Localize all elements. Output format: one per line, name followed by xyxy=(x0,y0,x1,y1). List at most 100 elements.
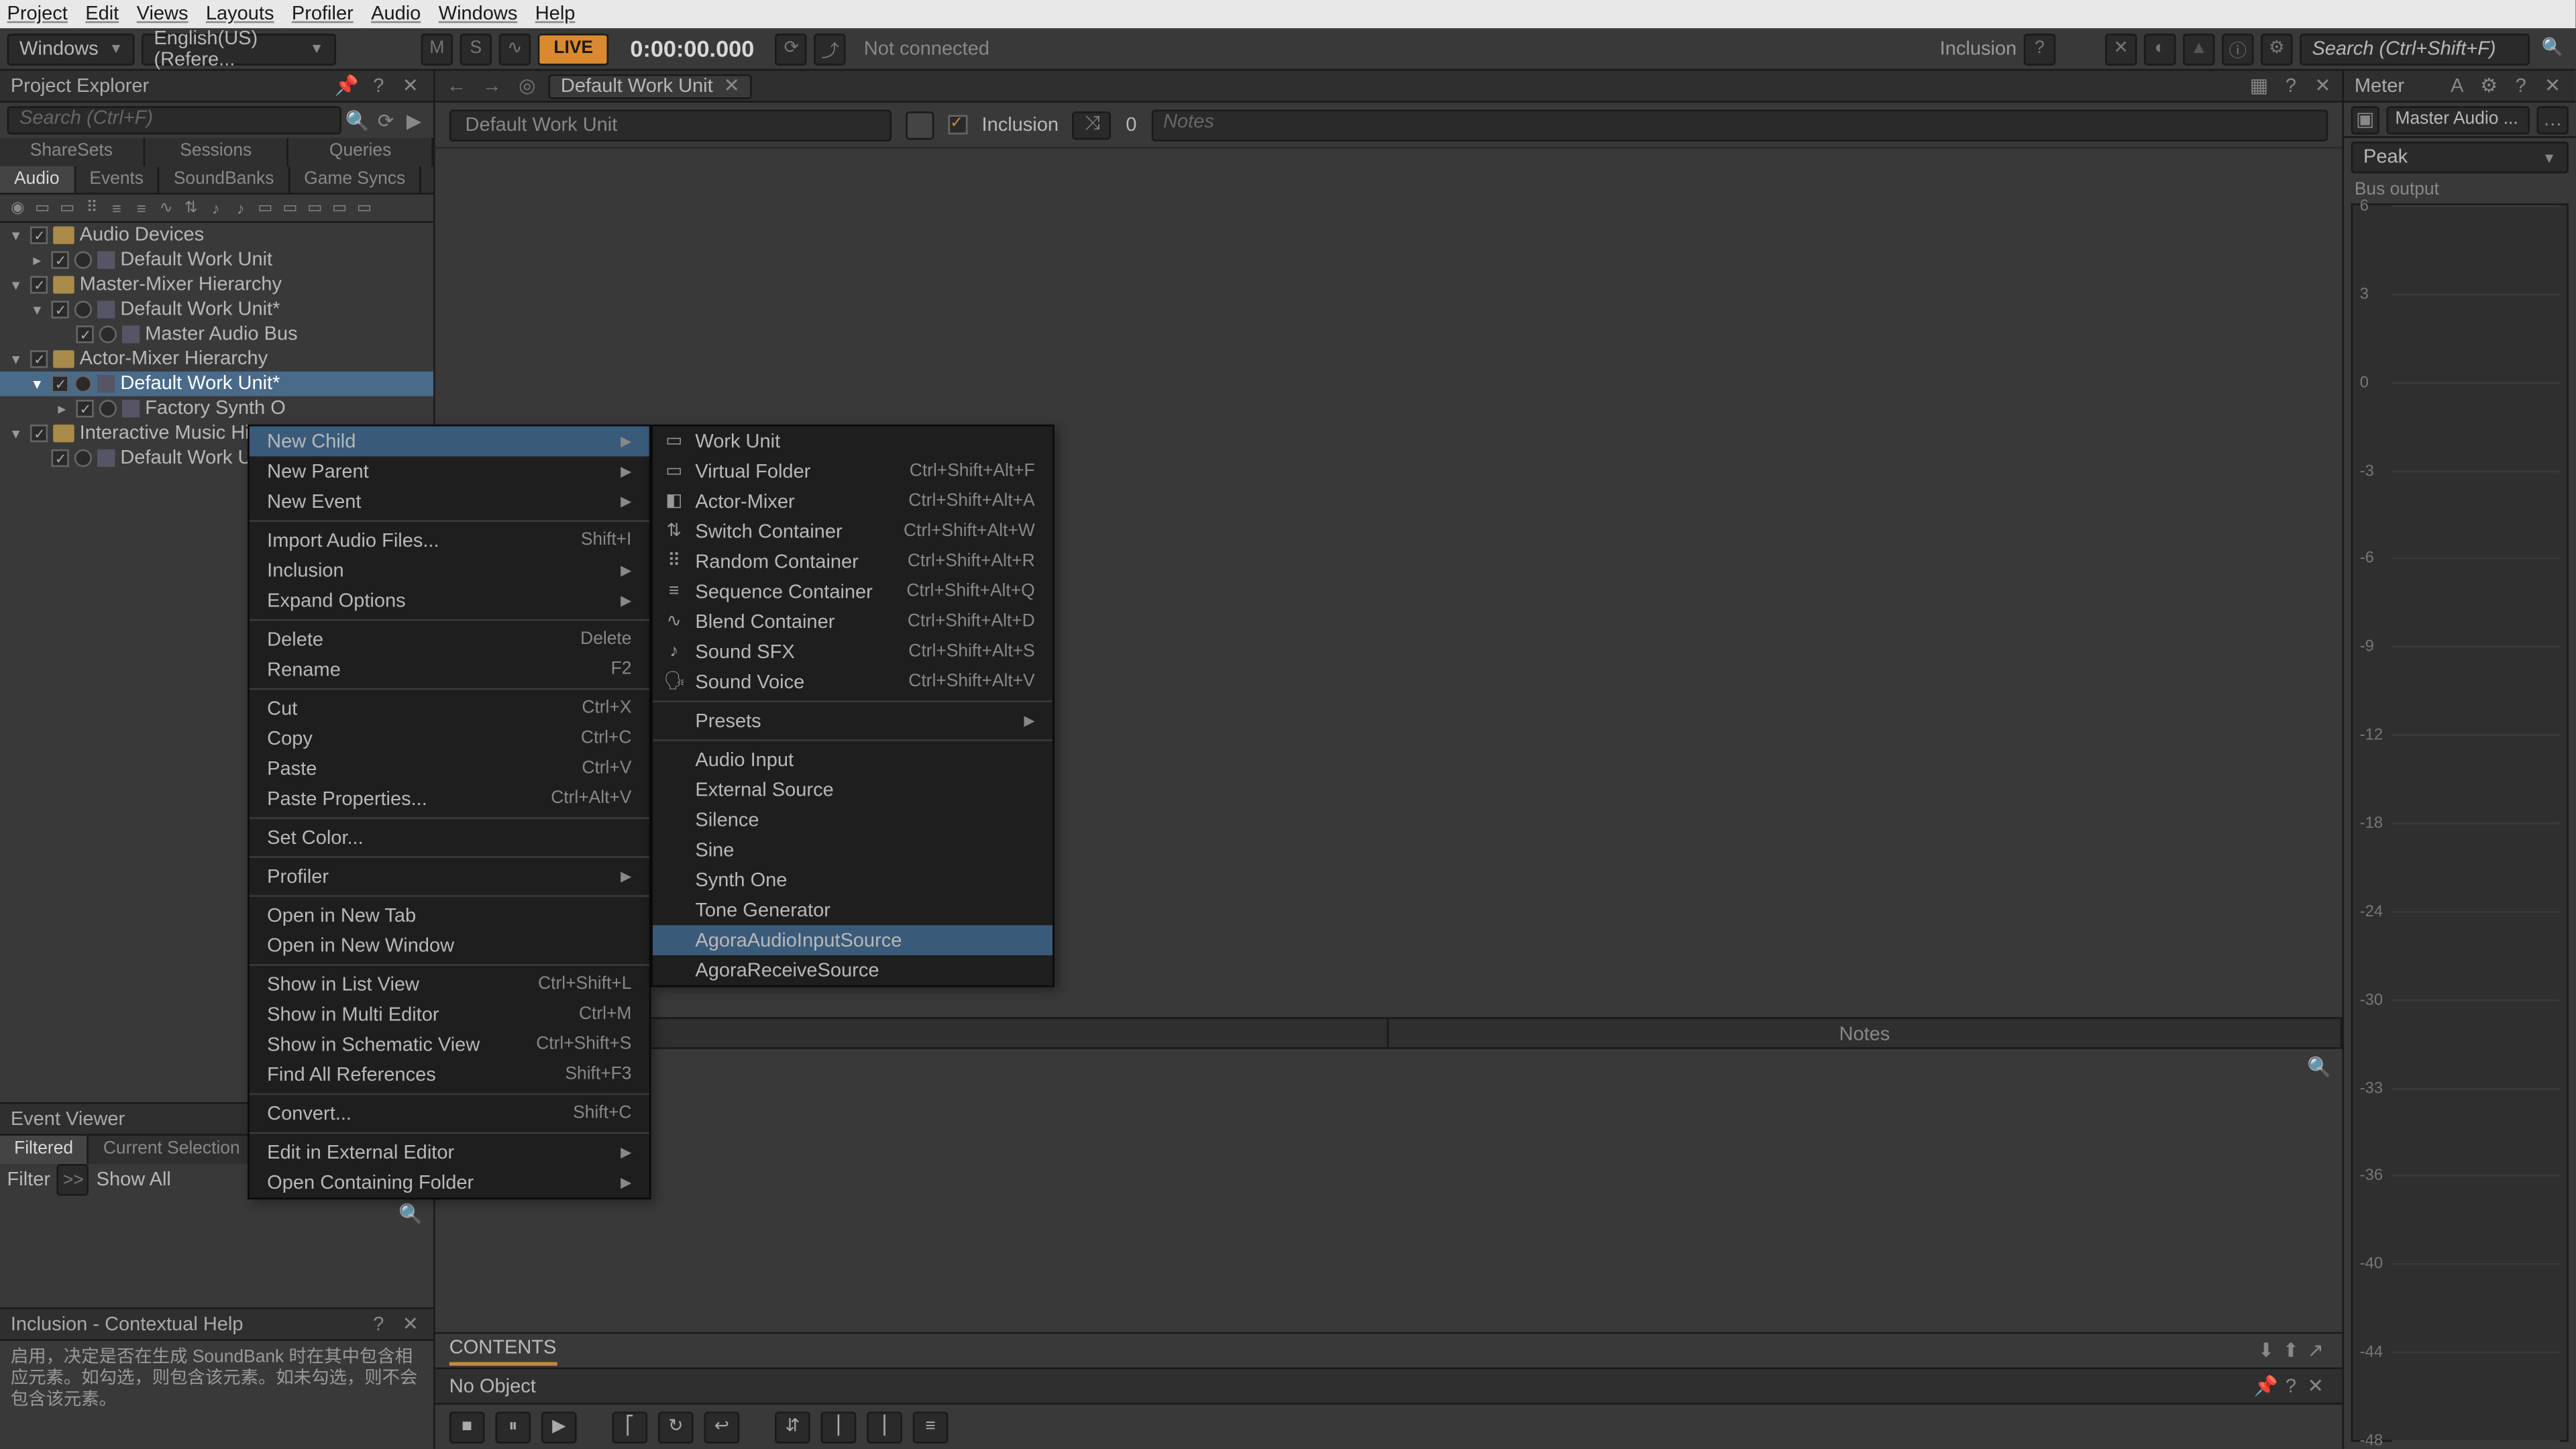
icon-a[interactable]: ◉ xyxy=(7,197,29,219)
menu-windows[interactable]: Windows xyxy=(439,3,518,25)
menu-item[interactable]: AgoraReceiveSource xyxy=(653,955,1053,985)
tab-queries[interactable]: Queries xyxy=(289,138,433,166)
menu-item[interactable]: Edit in External Editor▶ xyxy=(250,1138,649,1168)
global-search[interactable]: Search (Ctrl+Shift+F) xyxy=(2300,33,2530,64)
layout-combo[interactable]: Windows▼ xyxy=(7,33,135,64)
waveform-icon[interactable]: ∿ xyxy=(499,33,531,64)
grid-icon[interactable]: ▦ xyxy=(2247,73,2271,98)
icon-g[interactable]: ∿ xyxy=(156,197,177,219)
settings-icon[interactable]: ⚙ xyxy=(2261,33,2292,64)
peak-combo[interactable]: Peak▼ xyxy=(2351,142,2569,173)
menu-edit[interactable]: Edit xyxy=(85,3,119,25)
close-icon[interactable]: ✕ xyxy=(398,1311,423,1336)
editor-tab[interactable]: Default Work Unit✕ xyxy=(548,73,752,98)
menu-item[interactable]: New Child▶ xyxy=(250,427,649,457)
popout-icon[interactable]: ↗ xyxy=(2303,1338,2328,1363)
close-icon[interactable]: ✕ xyxy=(2105,33,2137,64)
close-icon[interactable]: ✕ xyxy=(2310,73,2335,98)
menu-item[interactable]: Inclusion▶ xyxy=(250,555,649,586)
tree-row[interactable]: Master Audio Bus xyxy=(0,322,433,347)
menu-item[interactable]: ≡Sequence ContainerCtrl+Shift+Alt+Q xyxy=(653,577,1053,607)
meter-bus-field[interactable]: Master Audio ... xyxy=(2386,105,2530,133)
tab-sharesets[interactable]: ShareSets xyxy=(0,138,144,166)
close-icon[interactable]: ✕ xyxy=(2540,73,2565,98)
menu-item[interactable]: ▭Virtual FolderCtrl+Shift+Alt+F xyxy=(653,456,1053,486)
filter-toggle[interactable]: >> xyxy=(58,1164,89,1195)
context-menu[interactable]: New Child▶New Parent▶New Event▶Import Au… xyxy=(248,425,651,1199)
menu-item[interactable]: Silence xyxy=(653,805,1053,835)
connect-icon-2[interactable]: ⤴ xyxy=(814,33,846,64)
transport-icon-b[interactable]: ⎮ xyxy=(821,1411,857,1442)
menu-audio[interactable]: Audio xyxy=(371,3,421,25)
menu-views[interactable]: Views xyxy=(137,3,189,25)
color-swatch[interactable] xyxy=(906,111,934,139)
help-icon[interactable]: ? xyxy=(2508,73,2533,98)
icon-f[interactable]: ≡ xyxy=(131,197,152,219)
forward-icon[interactable]: ▶ xyxy=(402,108,427,133)
pause-button[interactable]: ⏸ xyxy=(495,1411,531,1442)
play-button[interactable]: ▶ xyxy=(541,1411,577,1442)
contents-tab[interactable]: CONTENTS xyxy=(449,1336,557,1364)
help-icon[interactable]: ? xyxy=(2024,33,2055,64)
help-icon[interactable]: ? xyxy=(366,1311,391,1336)
menu-item[interactable]: PasteCtrl+V xyxy=(250,753,649,784)
menu-item[interactable]: ∿Blend ContainerCtrl+Shift+Alt+D xyxy=(653,606,1053,637)
search-icon[interactable]: 🔍 xyxy=(398,1203,423,1226)
meter-more-icon[interactable]: … xyxy=(2536,105,2568,133)
menu-help[interactable]: Help xyxy=(535,3,576,25)
tab-sessions[interactable]: Sessions xyxy=(144,138,288,166)
icon-c[interactable]: ▭ xyxy=(56,197,78,219)
tree-row[interactable]: ▾Actor-Mixer Hierarchy xyxy=(0,347,433,372)
menu-profiler[interactable]: Profiler xyxy=(292,3,354,25)
icon-m[interactable]: ▭ xyxy=(305,197,326,219)
new-child-submenu[interactable]: ▭Work Unit▭Virtual FolderCtrl+Shift+Alt+… xyxy=(651,425,1054,987)
tree-row[interactable]: ▸Default Work Unit xyxy=(0,248,433,272)
share-icon[interactable]: ⤨ xyxy=(1073,111,1112,139)
search-icon[interactable]: 🔍 xyxy=(2307,1056,2331,1079)
tree-row[interactable]: ▾Default Work Unit* xyxy=(0,372,433,396)
menu-layouts[interactable]: Layouts xyxy=(206,3,274,25)
ev-tab-current-selection[interactable]: Current Selection xyxy=(89,1136,256,1164)
menu-item[interactable]: Tone Generator xyxy=(653,895,1053,925)
warn-icon[interactable]: ▲ xyxy=(2183,33,2214,64)
icon-o[interactable]: ▭ xyxy=(354,197,375,219)
icon-h[interactable]: ⇅ xyxy=(180,197,202,219)
gear-icon[interactable]: ⚙ xyxy=(2477,73,2502,98)
menu-item[interactable]: Paste Properties...Ctrl+Alt+V xyxy=(250,784,649,814)
menu-item[interactable]: RenameF2 xyxy=(250,655,649,685)
icon-e[interactable]: ≡ xyxy=(106,197,127,219)
tree-row[interactable]: ▾Master-Mixer Hierarchy xyxy=(0,272,433,297)
solo-button[interactable]: S xyxy=(460,33,492,64)
menu-item[interactable]: Find All ReferencesShift+F3 xyxy=(250,1060,649,1090)
status-dot-icon[interactable]: ◐ xyxy=(2144,33,2176,64)
close-icon[interactable]: ✕ xyxy=(724,74,740,97)
menu-item[interactable]: Presets▶ xyxy=(653,706,1053,736)
menu-item[interactable]: Synth One xyxy=(653,865,1053,895)
menu-item[interactable]: Profiler▶ xyxy=(250,861,649,892)
tree-row[interactable]: ▾Audio Devices xyxy=(0,223,433,248)
menu-item[interactable]: Import Audio Files...Shift+I xyxy=(250,525,649,555)
icon-j[interactable]: ♪ xyxy=(230,197,252,219)
notes-field[interactable]: Notes xyxy=(1150,109,2328,140)
icon-n[interactable]: ▭ xyxy=(329,197,350,219)
mute-button[interactable]: M xyxy=(421,33,453,64)
tab-events[interactable]: Events xyxy=(75,166,159,193)
menu-item[interactable]: Open Containing Folder▶ xyxy=(250,1167,649,1197)
meter-lock-icon[interactable]: ▣ xyxy=(2351,105,2379,133)
menu-item[interactable]: Expand Options▶ xyxy=(250,586,649,616)
menu-item[interactable]: CutCtrl+X xyxy=(250,694,649,724)
target-icon[interactable]: ◎ xyxy=(513,74,541,97)
upload-icon[interactable]: ⬆ xyxy=(2278,1338,2303,1363)
return-icon[interactable]: ↩ xyxy=(704,1411,740,1442)
marker-icon[interactable]: ⎡ xyxy=(612,1411,647,1442)
notes-panel[interactable]: 🔍 xyxy=(435,1049,2343,1332)
show-all-button[interactable]: Show All xyxy=(97,1169,171,1191)
pin-icon[interactable]: 📌 xyxy=(2254,1374,2279,1399)
stop-button[interactable]: ■ xyxy=(449,1411,485,1442)
menu-item[interactable]: ♪Sound SFXCtrl+Shift+Alt+S xyxy=(653,637,1053,667)
menu-item[interactable]: Audio Input xyxy=(653,745,1053,775)
forward-icon[interactable]: → xyxy=(478,75,506,97)
icon-k[interactable]: ▭ xyxy=(255,197,276,219)
help-icon[interactable]: ? xyxy=(2278,73,2303,98)
search-icon[interactable]: 🔍 xyxy=(345,108,370,133)
